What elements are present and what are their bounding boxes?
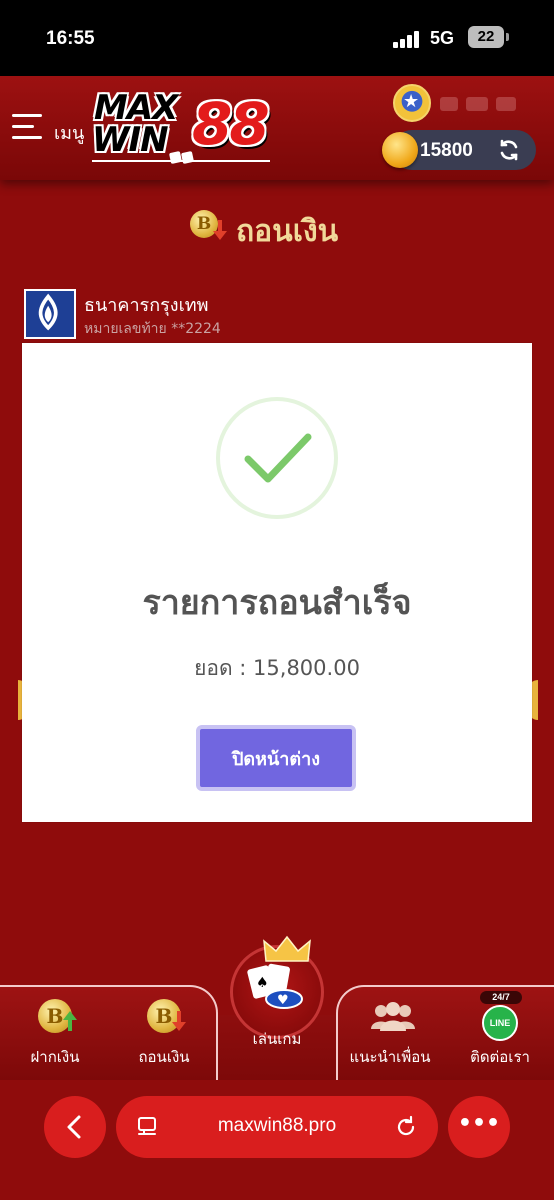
arrow-up-icon: [63, 1011, 77, 1031]
chevron-left-icon: [67, 1115, 81, 1139]
arrow-down-icon: [172, 1011, 186, 1031]
svg-text:♠: ♠: [256, 975, 269, 991]
success-modal: รายการถอนสำเร็จ ยอด : 15,800.00 ปิดหน้าต…: [22, 343, 532, 822]
nav-refer-label: แนะนำเพื่อน: [349, 1048, 431, 1066]
reload-icon[interactable]: [394, 1115, 418, 1139]
cards-chip-icon: ♠ ♥: [247, 963, 303, 1009]
nav-play-label: เล่นเกม: [252, 1030, 302, 1048]
arrow-down-icon: [213, 220, 227, 240]
line-icon[interactable]: LINE: [482, 1005, 518, 1041]
url-text: maxwin88.pro: [217, 1115, 337, 1136]
menu-icon[interactable]: [12, 114, 46, 142]
modal-amount: ยอด : 15,800.00: [22, 652, 532, 685]
signal-icon: [393, 30, 423, 48]
friends-icon: [371, 1002, 415, 1031]
status-bar: 16:55 5G 22: [0, 0, 554, 76]
line-support-badge: 24/7: [480, 991, 522, 1004]
bank-name: ธนาคารกรุงเทพ: [84, 295, 209, 316]
browser-bar: maxwin88.pro •••: [0, 1080, 554, 1200]
nav-deposit-label: ฝากเงิน: [30, 1048, 80, 1066]
menu-label[interactable]: เมนู: [54, 118, 84, 147]
page-title: ถอนเงิน: [236, 214, 339, 249]
bank-logo: [24, 289, 76, 339]
battery-icon: 22: [468, 26, 509, 48]
more-button[interactable]: •••: [448, 1096, 510, 1158]
coin-icon: [382, 132, 418, 168]
svg-text:♥: ♥: [277, 993, 289, 1008]
avatar[interactable]: [393, 84, 431, 122]
back-button[interactable]: [44, 1096, 106, 1158]
status-time: 16:55: [46, 28, 95, 49]
modal-title: รายการถอนสำเร็จ: [142, 583, 412, 623]
dice-icon: [168, 148, 195, 165]
site-logo[interactable]: MAX WIN 88: [92, 88, 272, 168]
refresh-icon[interactable]: [497, 138, 521, 162]
username-blurred: [440, 96, 532, 112]
nav-contact-label: ติดต่อเรา: [470, 1048, 530, 1066]
amount-value: 15,800.00: [253, 656, 360, 680]
close-window-button[interactable]: ปิดหน้าต่าง: [196, 725, 356, 791]
nav-withdraw-label: ถอนเงิน: [138, 1048, 190, 1066]
success-check-icon: [216, 397, 338, 519]
bank-account: หมายเลขท้าย **2224: [84, 321, 221, 337]
app-header: เมนู MAX WIN 88 15800: [0, 76, 554, 180]
network-type: 5G: [430, 28, 455, 48]
balance-value: 15800: [420, 140, 473, 161]
page-title-row: B ถอนเงิน: [0, 208, 554, 249]
url-bar[interactable]: maxwin88.pro: [116, 1096, 438, 1158]
amount-label: ยอด :: [194, 656, 254, 680]
